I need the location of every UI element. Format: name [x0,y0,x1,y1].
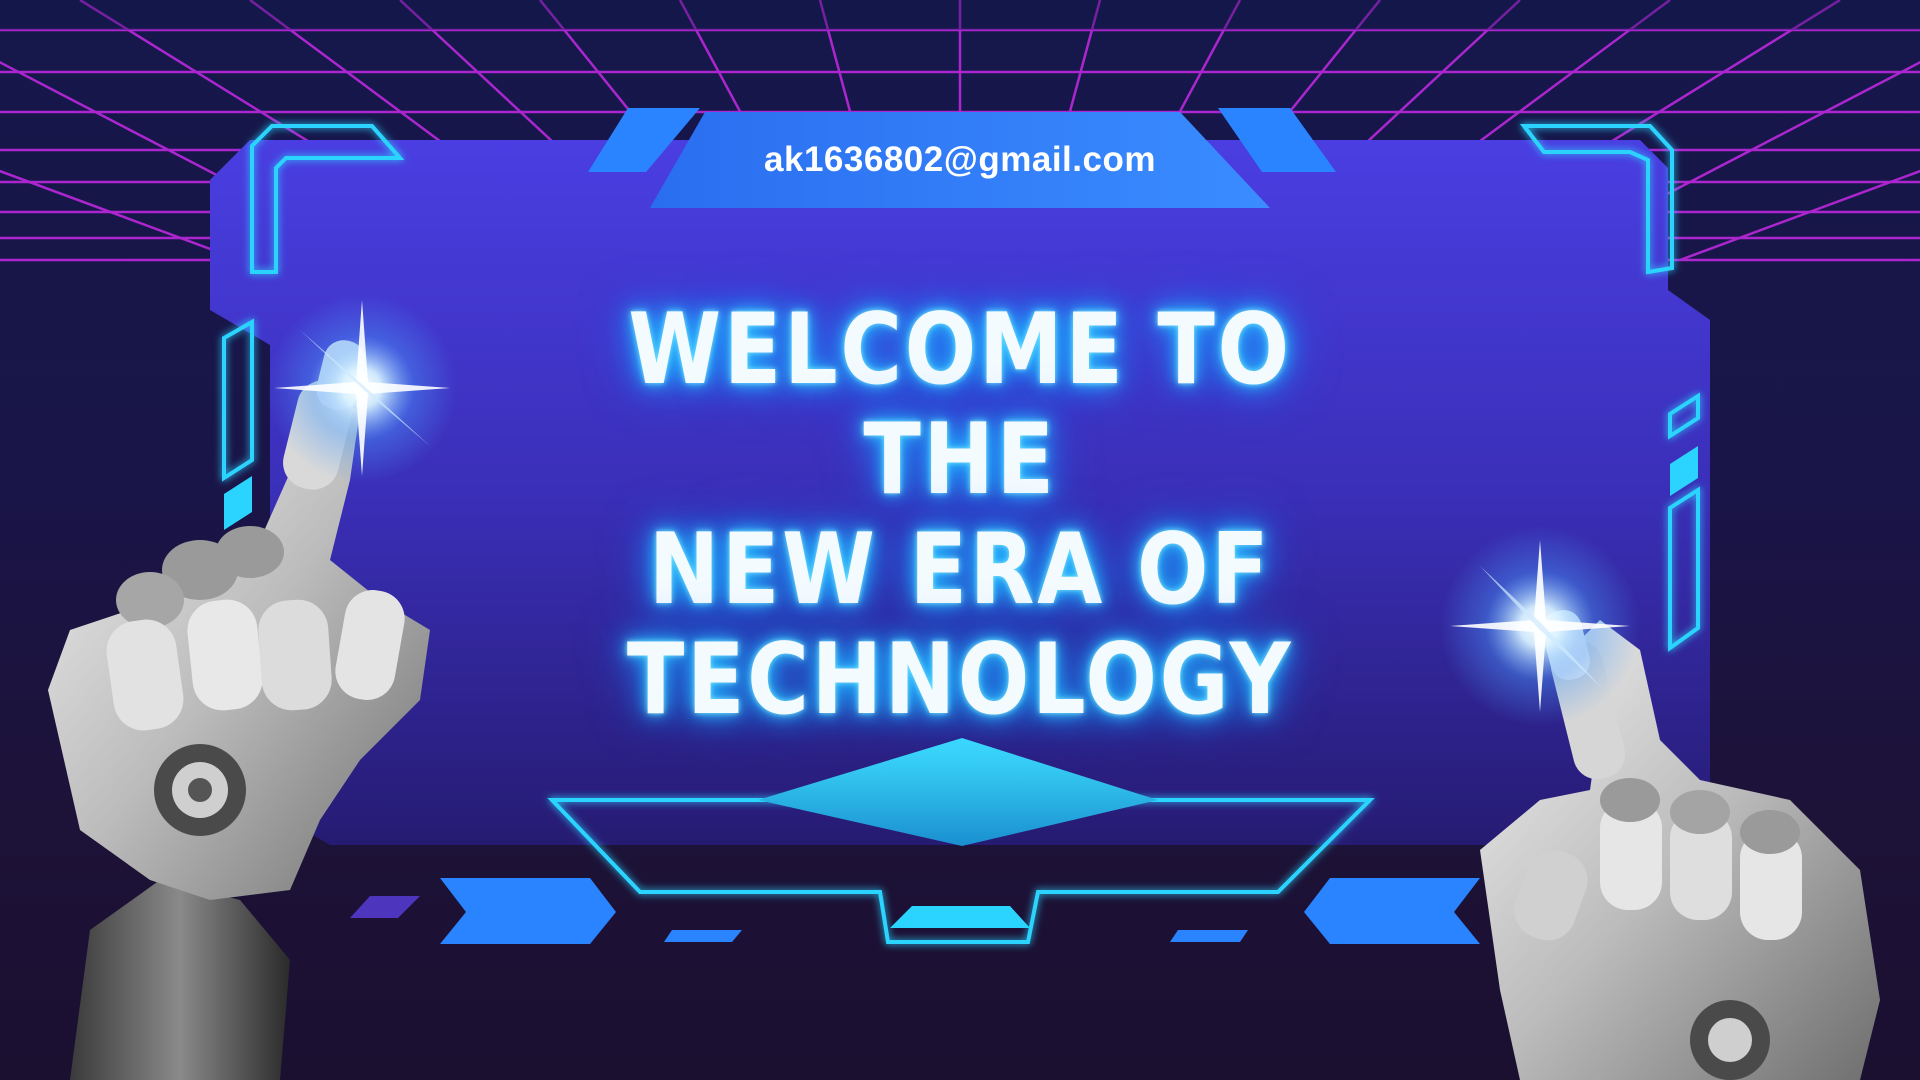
headline-line-1: WELCOME TO THE [628,293,1292,517]
headline: WELCOME TO THE NEW ERA OF TECHNOLOGY [460,295,1460,735]
headline-line-3: TECHNOLOGY [626,623,1294,737]
headline-line-2: NEW ERA OF [648,513,1272,627]
email-address: ak1636802@gmail.com [764,140,1156,179]
light-flare-icon [1440,526,1640,726]
light-flare-icon [267,293,457,483]
